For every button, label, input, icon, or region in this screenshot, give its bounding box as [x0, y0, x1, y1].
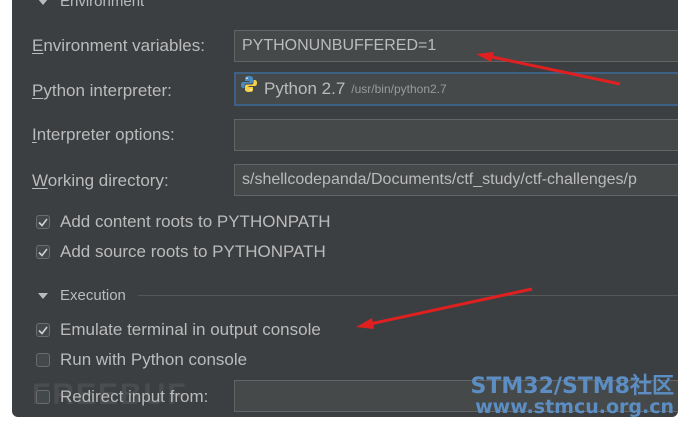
environment-section-header[interactable]: Environment: [38, 0, 144, 10]
add-source-roots-checkbox-row[interactable]: Add source roots to PYTHONPATH: [36, 242, 326, 262]
interpreter-mnemonic: P: [32, 81, 44, 100]
working-dir-mnemonic: W: [32, 171, 48, 190]
interpreter-options-field[interactable]: [234, 119, 678, 151]
checkbox-checked-icon[interactable]: [36, 215, 50, 229]
section-divider: [137, 295, 678, 296]
expand-triangle-icon[interactable]: [38, 0, 48, 5]
working-directory-field[interactable]: s/shellcodepanda/Documents/ctf_study/ctf…: [234, 164, 678, 196]
redirect-input-label: Redirect input from:: [60, 387, 209, 406]
working-directory-label: Working directory:: [32, 171, 169, 191]
execution-section-header[interactable]: Execution: [38, 287, 678, 304]
watermark-url: www.stmcu.org.cn: [475, 396, 674, 418]
checkbox-unchecked-icon[interactable]: [36, 390, 50, 404]
execution-header-label: Execution: [60, 287, 126, 304]
working-dir-value: s/shellcodepanda/Documents/ctf_study/ctf…: [242, 171, 637, 188]
checkbox-checked-icon[interactable]: [36, 245, 50, 259]
add-source-roots-label: Add source roots to PYTHONPATH: [60, 242, 326, 261]
add-content-roots-label: Add content roots to PYTHONPATH: [60, 212, 331, 231]
python-logo-icon: [240, 75, 258, 103]
env-vars-mnemonic: E: [32, 36, 44, 55]
python-interpreter-label: Python interpreter:: [32, 81, 172, 101]
interpreter-label-text: ython interpreter:: [43, 81, 172, 100]
env-vars-value: PYTHONUNBUFFERED=1: [242, 37, 437, 54]
env-vars-label: Environment variables:: [32, 36, 205, 56]
interpreter-options-label: Interpreter options:: [32, 125, 175, 145]
arrow-head-emulate-terminal: [356, 318, 374, 329]
emulate-terminal-checkbox-row[interactable]: Emulate terminal in output console: [36, 320, 321, 340]
working-dir-label-text: orking directory:: [47, 171, 169, 190]
interpreter-name: Python 2.7: [264, 79, 346, 98]
env-vars-field[interactable]: PYTHONUNBUFFERED=1: [234, 30, 678, 62]
redirect-input-checkbox-row[interactable]: Redirect input from:: [36, 387, 208, 407]
interpreter-path: /usr/bin/python2.7: [351, 82, 447, 96]
emulate-terminal-label: Emulate terminal in output console: [60, 320, 321, 339]
interp-options-label-text: nterpreter options:: [36, 125, 175, 144]
run-configuration-panel: Environment Environment variables: PYTHO…: [12, 0, 678, 417]
python-interpreter-select[interactable]: Python 2.7 /usr/bin/python2.7: [234, 72, 678, 106]
run-with-python-console-label: Run with Python console: [60, 350, 248, 369]
env-vars-label-text: nvironment variables:: [43, 36, 205, 55]
expand-triangle-icon[interactable]: [38, 292, 48, 299]
checkbox-checked-icon[interactable]: [36, 323, 50, 337]
environment-header-label: Environment: [60, 0, 145, 10]
checkbox-unchecked-icon[interactable]: [36, 353, 50, 367]
add-content-roots-checkbox-row[interactable]: Add content roots to PYTHONPATH: [36, 212, 331, 232]
run-with-python-console-checkbox-row[interactable]: Run with Python console: [36, 350, 247, 370]
